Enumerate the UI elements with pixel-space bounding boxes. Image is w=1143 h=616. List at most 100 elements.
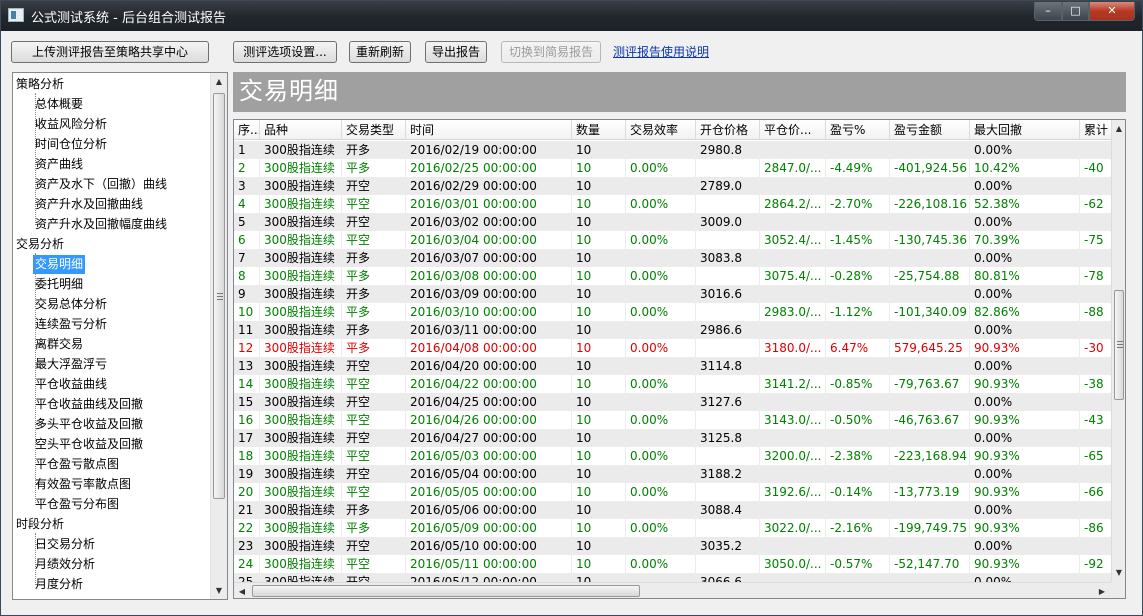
close-button[interactable]: ✕ xyxy=(1089,2,1135,21)
table-scroll-up-icon[interactable]: ▲ xyxy=(1112,120,1125,137)
export-report-button[interactable]: 导出报告 xyxy=(425,41,487,63)
tree-item[interactable]: 空头平仓收益及回撤 xyxy=(35,435,143,454)
table-row[interactable]: 20 300股指连续 平空 2016/05/05 00:00:00 10 0.00% 319… xyxy=(234,483,1120,501)
column-header[interactable]: 数量 xyxy=(572,120,626,140)
table-cell: 0.00% xyxy=(970,501,1080,519)
table-cell: 3192.6/... xyxy=(760,483,826,501)
test-options-button[interactable]: 测评选项设置... xyxy=(233,41,337,63)
table-row[interactable]: 13 300股指连续 开空 2016/04/20 00:00:00 10 3114.8 0.… xyxy=(234,357,1120,375)
maximize-button[interactable]: □ xyxy=(1062,2,1089,21)
table-cell xyxy=(760,465,826,483)
table-row[interactable]: 9 300股指连续 开多 2016/03/09 00:00:00 10 3016.6 0.0… xyxy=(234,285,1120,303)
window-title: 公式测试系统 - 后台组合测试报告 xyxy=(31,11,226,26)
column-header[interactable]: 盈亏% xyxy=(826,120,890,140)
tree-item[interactable]: 平仓收益曲线 xyxy=(35,375,107,394)
table-row[interactable]: 11 300股指连续 开多 2016/03/11 00:00:00 10 2986.6 0.… xyxy=(234,321,1120,339)
table-cell: 300股指连续 xyxy=(260,501,342,519)
table-row[interactable]: 8 300股指连续 平多 2016/03/08 00:00:00 10 0.00% 3075… xyxy=(234,267,1120,285)
table-row[interactable]: 15 300股指连续 开空 2016/04/25 00:00:00 10 3127.6 0.… xyxy=(234,393,1120,411)
tree-item[interactable]: 平仓收益曲线及回撤 xyxy=(35,395,143,414)
tree-item[interactable]: 时间仓位分析 xyxy=(35,135,107,154)
tree-item[interactable]: 委托明细 xyxy=(35,275,83,294)
tree-item[interactable]: 有效盈亏率散点图 xyxy=(35,475,131,494)
tree-group[interactable]: 交易分析 xyxy=(16,235,64,254)
tree-item[interactable]: 月绩效分析 xyxy=(35,555,95,574)
table-vscroll-thumb[interactable] xyxy=(1114,290,1124,400)
tree-scrollbar[interactable]: ▲ ▼ xyxy=(210,73,227,599)
tree-item[interactable]: 交易明细 xyxy=(33,255,86,274)
table-row[interactable]: 5 300股指连续 开空 2016/03/02 00:00:00 10 3009.0 0.0… xyxy=(234,213,1120,231)
table-cell xyxy=(626,177,696,195)
refresh-button[interactable]: 重新刷新 xyxy=(349,41,411,63)
table-scroll-down-icon[interactable]: ▼ xyxy=(1112,564,1125,581)
table-hscroll-thumb[interactable] xyxy=(252,585,640,597)
table-cell: 2016/05/11 00:00:00 xyxy=(406,555,572,573)
tree-item[interactable]: 平仓盈亏散点图 xyxy=(35,455,119,474)
column-header[interactable]: 交易效率 xyxy=(626,120,696,140)
table-cell: 开空 xyxy=(342,177,406,195)
tree-item[interactable]: 日交易分析 xyxy=(35,535,95,554)
tree-scroll-down-icon[interactable]: ▼ xyxy=(211,582,227,599)
column-header[interactable]: 交易类型 xyxy=(342,120,406,140)
column-header[interactable]: 平仓价... xyxy=(760,120,826,140)
table-row[interactable]: 16 300股指连续 平空 2016/04/26 00:00:00 10 0.00% 314… xyxy=(234,411,1120,429)
column-header[interactable]: 最大回撤 xyxy=(970,120,1080,140)
table-row[interactable]: 3 300股指连续 开空 2016/02/29 00:00:00 10 2789.0 0.0… xyxy=(234,177,1120,195)
table-cell: 300股指连续 xyxy=(260,141,342,159)
table-row[interactable]: 7 300股指连续 开多 2016/03/07 00:00:00 10 3083.8 0.0… xyxy=(234,249,1120,267)
table-cell: 16 xyxy=(234,411,260,429)
report-help-link[interactable]: 测评报告使用说明 xyxy=(613,43,709,60)
table-row[interactable]: 14 300股指连续 平空 2016/04/22 00:00:00 10 0.00% 314… xyxy=(234,375,1120,393)
table-cell: 2016/05/05 00:00:00 xyxy=(406,483,572,501)
table-cell: -401,924.56 xyxy=(890,159,970,177)
tree-item[interactable]: 连续盈亏分析 xyxy=(35,315,107,334)
column-header[interactable]: 序... xyxy=(234,120,260,140)
table-scroll-left-icon[interactable]: ◀ xyxy=(234,583,250,598)
table-row[interactable]: 18 300股指连续 平空 2016/05/03 00:00:00 10 0.00% 320… xyxy=(234,447,1120,465)
minimize-button[interactable]: – xyxy=(1034,2,1062,21)
table-cell xyxy=(626,501,696,519)
tree-item[interactable]: 资产升水及回撤幅度曲线 xyxy=(35,215,167,234)
table-row[interactable]: 2 300股指连续 平多 2016/02/25 00:00:00 10 0.00% 2847… xyxy=(234,159,1120,177)
table-row[interactable]: 19 300股指连续 开空 2016/05/04 00:00:00 10 3188.2 0.… xyxy=(234,465,1120,483)
table-row[interactable]: 23 300股指连续 开空 2016/05/10 00:00:00 10 3035.2 0.… xyxy=(234,537,1120,555)
table-row[interactable]: 24 300股指连续 平空 2016/05/11 00:00:00 10 0.00% 305… xyxy=(234,555,1120,573)
tree-item[interactable]: 收益风险分析 xyxy=(35,115,107,134)
tree-scroll-up-icon[interactable]: ▲ xyxy=(211,73,227,90)
tree-scroll-thumb[interactable] xyxy=(213,93,225,499)
table-row[interactable]: 21 300股指连续 开多 2016/05/06 00:00:00 10 3088.4 0.… xyxy=(234,501,1120,519)
upload-report-button[interactable]: 上传测评报告至策略共享中心 xyxy=(11,41,209,63)
table-cell: 2016/03/11 00:00:00 xyxy=(406,321,572,339)
table-row[interactable]: 4 300股指连续 平空 2016/03/01 00:00:00 10 0.00% 2864… xyxy=(234,195,1120,213)
column-header[interactable]: 时间 xyxy=(406,120,572,140)
table-cell: 0.00% xyxy=(626,303,696,321)
table-row[interactable]: 12 300股指连续 平多 2016/04/08 00:00:00 10 0.00% 318… xyxy=(234,339,1120,357)
table-row[interactable]: 10 300股指连续 平多 2016/03/10 00:00:00 10 0.00% 298… xyxy=(234,303,1120,321)
tree-group[interactable]: 时段分析 xyxy=(16,515,64,534)
table-row[interactable]: 6 300股指连续 平空 2016/03/04 00:00:00 10 0.00% 3052… xyxy=(234,231,1120,249)
tree-item[interactable]: 月度分析 xyxy=(35,575,83,594)
table-scroll-right-icon[interactable]: ▶ xyxy=(1094,583,1110,598)
tree-item[interactable]: 总体概要 xyxy=(35,95,83,114)
table-hscrollbar[interactable]: ◀ ▶ xyxy=(234,582,1111,598)
tree-group[interactable]: 策略分析 xyxy=(16,75,64,94)
table-row[interactable]: 22 300股指连续 平多 2016/05/09 00:00:00 10 0.00% 302… xyxy=(234,519,1120,537)
column-header[interactable]: 盈亏金额 xyxy=(890,120,970,140)
tree-item[interactable]: 多头平仓收益及回撤 xyxy=(35,415,143,434)
table-cell xyxy=(626,465,696,483)
switch-simple-report-button[interactable]: 切换到简易报告 xyxy=(501,41,601,63)
tree-item[interactable]: 资产升水及回撤曲线 xyxy=(35,195,143,214)
column-header[interactable]: 品种 xyxy=(260,120,342,140)
tree-item[interactable]: 离群交易 xyxy=(35,335,83,354)
tree-item[interactable]: 交易总体分析 xyxy=(35,295,107,314)
table-vscrollbar[interactable]: ▲ ▼ xyxy=(1111,120,1125,582)
tree-item[interactable]: 平仓盈亏分布图 xyxy=(35,495,119,514)
table-row[interactable]: 17 300股指连续 开空 2016/04/27 00:00:00 10 3125.8 0.… xyxy=(234,429,1120,447)
tree-item[interactable]: 资产及水下（回撤）曲线 xyxy=(35,175,167,194)
column-header[interactable]: 开仓价格 xyxy=(696,120,760,140)
table-row[interactable]: 1 300股指连续 开多 2016/02/19 00:00:00 10 2980.8 0.0… xyxy=(234,141,1120,159)
title-bar[interactable]: 公式测试系统 - 后台组合测试报告 – □ ✕ xyxy=(1,1,1142,31)
tree-item[interactable]: 资产曲线 xyxy=(35,155,83,174)
tree-item[interactable]: 最大浮盈浮亏 xyxy=(35,355,107,374)
table-cell: 300股指连续 xyxy=(260,411,342,429)
